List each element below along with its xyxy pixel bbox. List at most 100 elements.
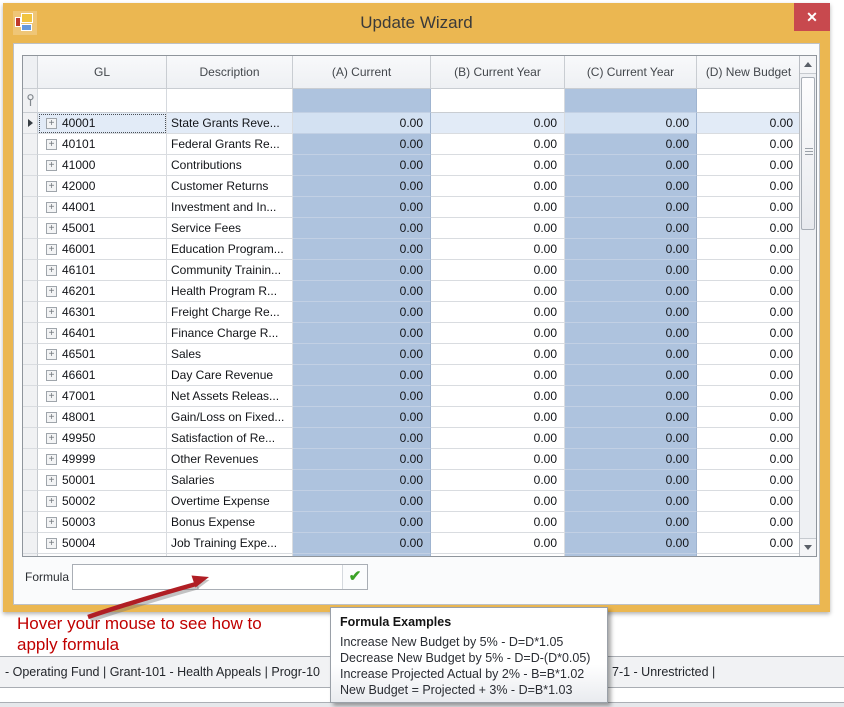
description-cell[interactable]: Community Trainin...: [167, 260, 293, 281]
expand-plus-icon[interactable]: +: [46, 202, 57, 213]
description-cell[interactable]: Education Program...: [167, 239, 293, 260]
current-year-b-cell[interactable]: 0.00: [431, 344, 565, 365]
current-a-cell[interactable]: 0.00: [293, 197, 431, 218]
row-indicator-cell[interactable]: [23, 113, 38, 134]
gl-cell[interactable]: +46501: [38, 344, 167, 365]
filter-cell[interactable]: [167, 89, 293, 113]
new-budget-d-cell[interactable]: 0.00: [697, 323, 799, 344]
row-indicator-cell[interactable]: [23, 470, 38, 491]
current-year-b-cell[interactable]: 0.00: [431, 176, 565, 197]
expand-plus-icon[interactable]: +: [46, 328, 57, 339]
current-a-cell[interactable]: 0.00: [293, 386, 431, 407]
current-year-c-cell[interactable]: 0.00: [565, 281, 697, 302]
description-cell[interactable]: State Grants Reve...: [167, 113, 293, 134]
row-indicator-cell[interactable]: [23, 134, 38, 155]
current-year-c-cell[interactable]: 0.00: [565, 239, 697, 260]
current-year-c-cell[interactable]: 0.00: [565, 386, 697, 407]
current-year-c-cell[interactable]: 0.00: [565, 449, 697, 470]
row-indicator-cell[interactable]: [23, 344, 38, 365]
current-year-c-cell[interactable]: 0.00: [565, 155, 697, 176]
description-cell[interactable]: Sales: [167, 344, 293, 365]
filter-cell[interactable]: [431, 89, 565, 113]
row-indicator-cell[interactable]: [23, 239, 38, 260]
description-cell[interactable]: Finance Charge R...: [167, 323, 293, 344]
row-indicator-cell[interactable]: [23, 176, 38, 197]
scroll-up-button[interactable]: [800, 56, 816, 74]
expand-plus-icon[interactable]: +: [46, 496, 57, 507]
row-indicator-cell[interactable]: [23, 260, 38, 281]
current-year-b-cell[interactable]: 0.00: [431, 491, 565, 512]
current-year-c-cell[interactable]: 0.00: [565, 533, 697, 554]
current-year-b-cell[interactable]: 0.00: [431, 365, 565, 386]
row-indicator-cell[interactable]: [23, 365, 38, 386]
new-budget-d-cell[interactable]: 0.00: [697, 491, 799, 512]
gl-cell[interactable]: +46401: [38, 323, 167, 344]
titlebar[interactable]: Update Wizard ✕: [3, 3, 830, 41]
row-indicator-cell[interactable]: [23, 155, 38, 176]
gl-cell[interactable]: +50003: [38, 512, 167, 533]
row-indicator-cell[interactable]: [23, 491, 38, 512]
new-budget-d-cell[interactable]: 0.00: [697, 197, 799, 218]
current-year-b-cell[interactable]: 0.00: [431, 386, 565, 407]
filter-cell[interactable]: [565, 89, 697, 113]
current-a-cell[interactable]: 0.00: [293, 449, 431, 470]
gl-cell[interactable]: +46101: [38, 260, 167, 281]
row-indicator-cell[interactable]: [23, 407, 38, 428]
current-year-c-cell[interactable]: 0.00: [565, 491, 697, 512]
description-cell[interactable]: Other Revenues: [167, 449, 293, 470]
vertical-scrollbar[interactable]: [799, 56, 816, 556]
gl-cell[interactable]: +50004: [38, 533, 167, 554]
expand-plus-icon[interactable]: +: [46, 391, 57, 402]
gl-cell[interactable]: +49950: [38, 428, 167, 449]
gl-cell[interactable]: +46001: [38, 239, 167, 260]
new-budget-d-cell[interactable]: 0.00: [697, 239, 799, 260]
new-budget-d-cell[interactable]: 0.00: [697, 302, 799, 323]
current-a-cell[interactable]: 0.00: [293, 113, 431, 134]
current-year-b-cell[interactable]: 0.00: [431, 533, 565, 554]
gl-cell[interactable]: +40001: [38, 113, 167, 134]
current-a-cell[interactable]: 0.00: [293, 281, 431, 302]
new-budget-d-cell[interactable]: 0.00: [697, 365, 799, 386]
current-year-b-cell[interactable]: 0.00: [431, 407, 565, 428]
expand-plus-icon[interactable]: +: [46, 517, 57, 528]
gl-cell[interactable]: +41000: [38, 155, 167, 176]
current-year-c-cell[interactable]: 0.00: [565, 260, 697, 281]
expand-plus-icon[interactable]: +: [46, 139, 57, 150]
current-year-c-cell[interactable]: 0.00: [565, 197, 697, 218]
expand-plus-icon[interactable]: +: [46, 412, 57, 423]
filter-cell[interactable]: [38, 89, 167, 113]
apply-formula-button[interactable]: ✔: [342, 565, 367, 589]
expand-plus-icon[interactable]: +: [46, 286, 57, 297]
new-budget-d-cell[interactable]: 0.00: [697, 176, 799, 197]
current-year-b-cell[interactable]: 0.00: [431, 260, 565, 281]
expand-plus-icon[interactable]: +: [46, 160, 57, 171]
row-indicator-cell[interactable]: [23, 449, 38, 470]
row-indicator-cell[interactable]: [23, 197, 38, 218]
gl-cell[interactable]: +42000: [38, 176, 167, 197]
row-indicator-cell[interactable]: [23, 533, 38, 554]
row-indicator-cell[interactable]: [23, 512, 38, 533]
expand-plus-icon[interactable]: +: [46, 265, 57, 276]
current-year-c-cell[interactable]: 0.00: [565, 407, 697, 428]
gl-cell[interactable]: +46201: [38, 281, 167, 302]
current-a-cell[interactable]: 0.00: [293, 533, 431, 554]
expand-plus-icon[interactable]: +: [46, 475, 57, 486]
description-cell[interactable]: Health Program R...: [167, 281, 293, 302]
row-indicator-cell[interactable]: [23, 428, 38, 449]
row-indicator-cell[interactable]: [23, 386, 38, 407]
close-button[interactable]: ✕: [794, 3, 830, 31]
scrollbar-thumb[interactable]: [801, 77, 815, 230]
current-a-cell[interactable]: 0.00: [293, 428, 431, 449]
current-year-b-cell[interactable]: 0.00: [431, 449, 565, 470]
expand-plus-icon[interactable]: +: [46, 538, 57, 549]
current-a-cell[interactable]: 0.00: [293, 344, 431, 365]
new-budget-d-cell[interactable]: 0.00: [697, 407, 799, 428]
expand-plus-icon[interactable]: +: [46, 223, 57, 234]
current-a-cell[interactable]: 0.00: [293, 302, 431, 323]
current-a-cell[interactable]: 0.00: [293, 365, 431, 386]
current-a-cell[interactable]: 0.00: [293, 407, 431, 428]
current-year-c-cell[interactable]: 0.00: [565, 134, 697, 155]
description-cell[interactable]: Gain/Loss on Fixed...: [167, 407, 293, 428]
grid-header-cell[interactable]: (A) Current: [293, 56, 431, 89]
current-a-cell[interactable]: 0.00: [293, 260, 431, 281]
